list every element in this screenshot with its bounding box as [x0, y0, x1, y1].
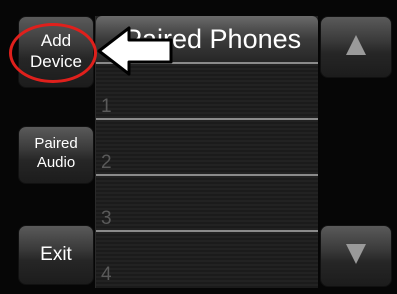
add-device-label: Add Device: [30, 31, 82, 71]
scroll-up-button[interactable]: [320, 16, 392, 78]
exit-button[interactable]: Exit: [18, 225, 94, 285]
slot-number: 4: [101, 264, 112, 285]
scroll-down-button[interactable]: [320, 225, 392, 287]
white-left-arrow-icon: [97, 26, 173, 76]
paired-audio-label: Paired Audio: [34, 135, 78, 171]
add-device-button[interactable]: Add Device: [18, 16, 94, 88]
triangle-up-icon: [346, 35, 366, 55]
list-item[interactable]: 3: [96, 174, 318, 230]
list-item[interactable]: 2: [96, 118, 318, 174]
list-item[interactable]: 4: [96, 230, 318, 286]
uconnect-screen: Add Device Paired Audio Exit Paired Phon…: [0, 0, 397, 294]
exit-label: Exit: [40, 244, 72, 265]
paired-audio-button[interactable]: Paired Audio: [18, 126, 94, 184]
slot-number: 3: [101, 208, 112, 229]
slot-number: 2: [101, 152, 112, 173]
slot-number: 1: [101, 96, 112, 117]
triangle-down-icon: [346, 244, 366, 264]
